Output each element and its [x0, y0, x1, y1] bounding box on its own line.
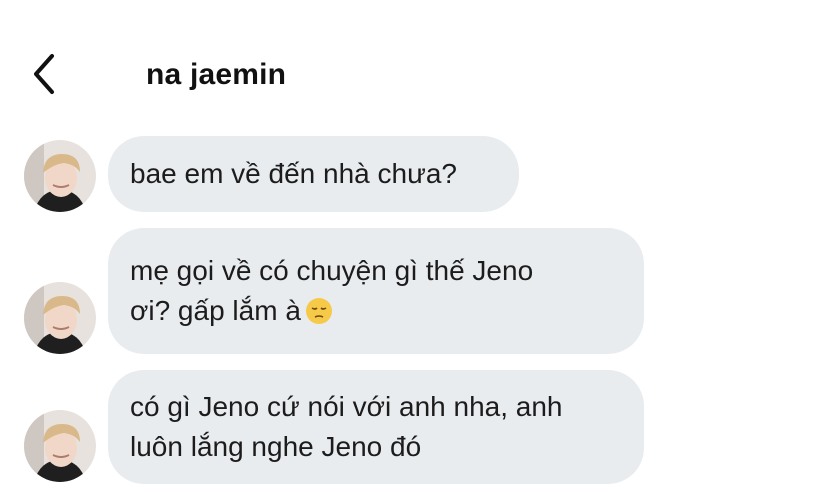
- message-bubble[interactable]: mẹ gọi về có chuyện gì thế Jeno ơi? gấp …: [108, 228, 644, 354]
- pensive-face-icon: [305, 298, 332, 324]
- chat-screen: na jaemin bae em về đến nhà chưa? mẹ gọi…: [0, 0, 826, 500]
- avatar[interactable]: [24, 410, 96, 482]
- avatar[interactable]: [24, 140, 96, 212]
- message-bubble[interactable]: có gì Jeno cứ nói với anh nha, anh luôn …: [108, 370, 644, 484]
- avatar[interactable]: [24, 282, 96, 354]
- chat-header: na jaemin: [0, 40, 826, 110]
- message-text: mẹ gọi về có chuyện gì thế Jeno ơi? gấp …: [130, 251, 533, 331]
- message-text: có gì Jeno cứ nói với anh nha, anh luôn …: [130, 391, 563, 462]
- back-button[interactable]: [28, 52, 62, 96]
- contact-name[interactable]: na jaemin: [146, 58, 286, 92]
- message-bubble[interactable]: bae em về đến nhà chưa?: [108, 136, 519, 212]
- chevron-left-icon: [34, 54, 54, 94]
- message-text: bae em về đến nhà chưa?: [130, 158, 457, 189]
